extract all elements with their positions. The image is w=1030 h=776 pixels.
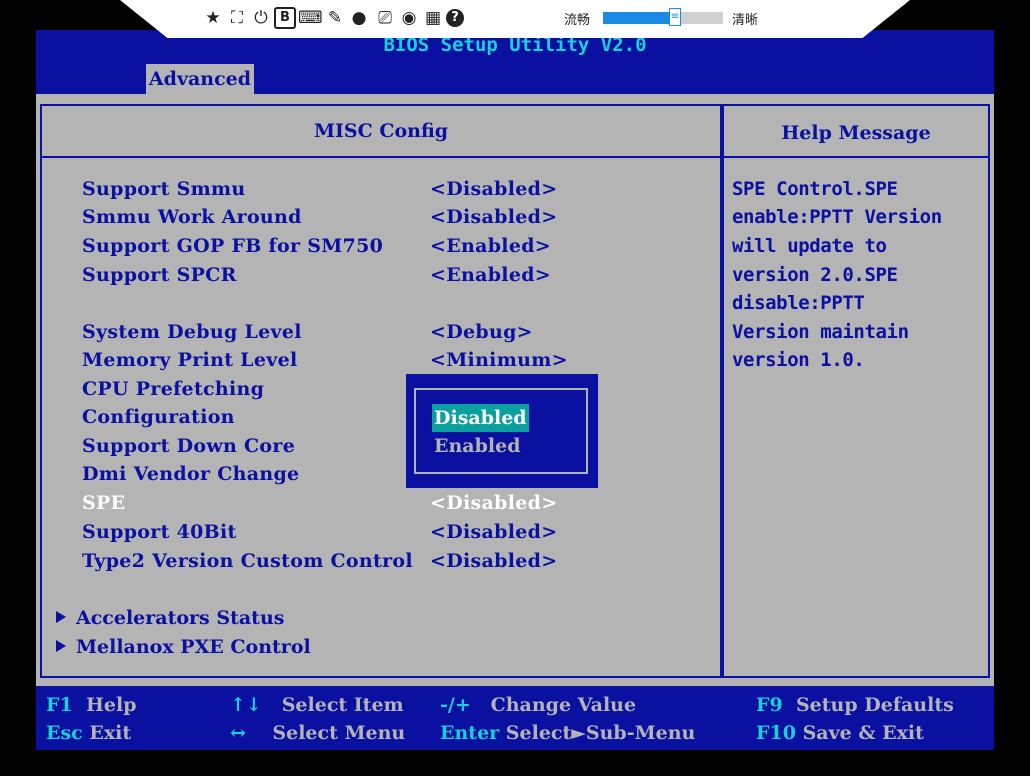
submenu-accelerators-status[interactable]: Accelerators Status — [56, 607, 284, 629]
footer-change-value-key: -/+ Change Value — [440, 694, 637, 716]
triangle-right-icon — [56, 640, 66, 652]
help-text-line: will update to — [732, 235, 887, 257]
footer-defaults-key: F9 Setup Defaults — [756, 694, 954, 716]
panel-title-divider — [42, 156, 720, 158]
value-support-gop-fb[interactable]: <Enabled> — [430, 235, 551, 257]
footer-save-exit-key: F10 Save & Exit — [756, 722, 924, 744]
calculator-icon[interactable]: ▦ — [422, 7, 444, 29]
value-memory-print-level[interactable]: <Minimum> — [430, 349, 568, 371]
bios-screen: BIOS Setup Utility V2.0 Advanced MISC Co… — [36, 30, 994, 750]
help-panel: Help Message SPE Control.SPE enable:PPTT… — [722, 104, 990, 678]
setting-cpu-prefetching[interactable]: CPU Prefetching — [82, 378, 264, 400]
footer-submenu-key: Enter Select►Sub-Menu — [440, 722, 696, 744]
help-text-line: Version maintain — [732, 321, 909, 343]
value-support-spcr[interactable]: <Enabled> — [430, 264, 551, 286]
help-text-line: disable:PPTT — [732, 292, 865, 314]
setting-support-40bit[interactable]: Support 40Bit — [82, 521, 237, 543]
help-text-line: SPE Control.SPE — [732, 178, 898, 200]
footer-help-key: F1 Help — [46, 694, 137, 716]
setting-cpu-prefetching-configuration[interactable]: Configuration — [82, 406, 235, 428]
setting-system-debug-level[interactable]: System Debug Level — [82, 321, 302, 343]
help-text-line: version 2.0.SPE — [732, 264, 898, 286]
value-support-40bit[interactable]: <Disabled> — [430, 521, 557, 543]
help-text-line: version 1.0. — [732, 349, 865, 371]
setting-support-down-core[interactable]: Support Down Core — [82, 435, 295, 457]
mouse-icon[interactable]: ✎ — [324, 7, 346, 29]
record-icon[interactable]: ● — [348, 7, 370, 29]
footer-select-menu-key: ↔ Select Menu — [230, 722, 406, 744]
pin-icon[interactable]: ★ — [202, 7, 224, 29]
setting-memory-print-level[interactable]: Memory Print Level — [82, 349, 297, 371]
setting-smmu-work-around[interactable]: Smmu Work Around — [82, 206, 302, 228]
footer-keys: F1 Help Esc Exit ↑↓ Select Item ↔ Select… — [36, 686, 994, 750]
help-title: Help Message — [781, 122, 931, 144]
setting-spe[interactable]: SPE — [82, 492, 125, 514]
value-spe[interactable]: <Disabled> — [430, 492, 557, 514]
footer-exit-key: Esc Exit — [46, 722, 132, 744]
setting-support-gop-fb[interactable]: Support GOP FB for SM750 — [82, 235, 383, 257]
option-popup: Disabled Enabled — [406, 374, 598, 488]
footer-select-item-key: ↑↓ Select Item — [230, 694, 404, 716]
power-icon[interactable]: ⏻ — [250, 7, 272, 29]
panel-title: MISC Config — [313, 120, 449, 142]
value-system-debug-level[interactable]: <Debug> — [430, 321, 533, 343]
value-support-smmu[interactable]: <Disabled> — [430, 178, 557, 200]
submenu-mellanox-pxe-control[interactable]: Mellanox PXE Control — [56, 636, 311, 658]
setting-type2-version-custom-control[interactable]: Type2 Version Custom Control — [82, 550, 413, 572]
b-box-icon[interactable]: B — [274, 7, 296, 29]
quality-clear-label: 清晰 — [732, 13, 759, 28]
value-smmu-work-around[interactable]: <Disabled> — [430, 206, 557, 228]
quality-slider-thumb[interactable]: ≡ — [669, 8, 681, 26]
save-icon[interactable]: ⎚ — [374, 7, 396, 29]
setting-dmi-vendor-change[interactable]: Dmi Vendor Change — [82, 463, 299, 485]
quality-smooth-label: 流畅 — [564, 13, 591, 28]
quality-slider-fill — [603, 12, 675, 24]
triangle-right-icon — [56, 611, 66, 623]
value-type2-version-custom-control[interactable]: <Disabled> — [430, 550, 557, 572]
help-title-divider — [724, 156, 988, 158]
remote-console-toolbar: ★ ⛶ ⏻ B ⌨ ✎ ● ⎚ ◉ ▦ ? 流畅 ≡ 清晰 — [120, 0, 910, 38]
option-disabled[interactable]: Disabled — [432, 404, 529, 432]
quality-slider[interactable]: ≡ — [603, 8, 723, 26]
bios-header-band: BIOS Setup Utility V2.0 Advanced — [36, 30, 994, 94]
fit-screen-icon[interactable]: ⛶ — [226, 7, 248, 29]
help-icon[interactable]: ? — [446, 9, 464, 27]
help-text-line: enable:PPTT Version — [732, 206, 942, 228]
tab-advanced[interactable]: Advanced — [146, 64, 254, 94]
option-enabled[interactable]: Enabled — [432, 432, 522, 460]
misc-config-panel: MISC Config Support Smmu <Disabled> Smmu… — [40, 104, 722, 678]
keyboard-icon[interactable]: ⌨ — [298, 7, 323, 29]
option-popup-frame: Disabled Enabled — [414, 388, 588, 474]
snapshot-icon[interactable]: ◉ — [398, 7, 420, 29]
setting-support-smmu[interactable]: Support Smmu — [82, 178, 246, 200]
setting-support-spcr[interactable]: Support SPCR — [82, 264, 237, 286]
